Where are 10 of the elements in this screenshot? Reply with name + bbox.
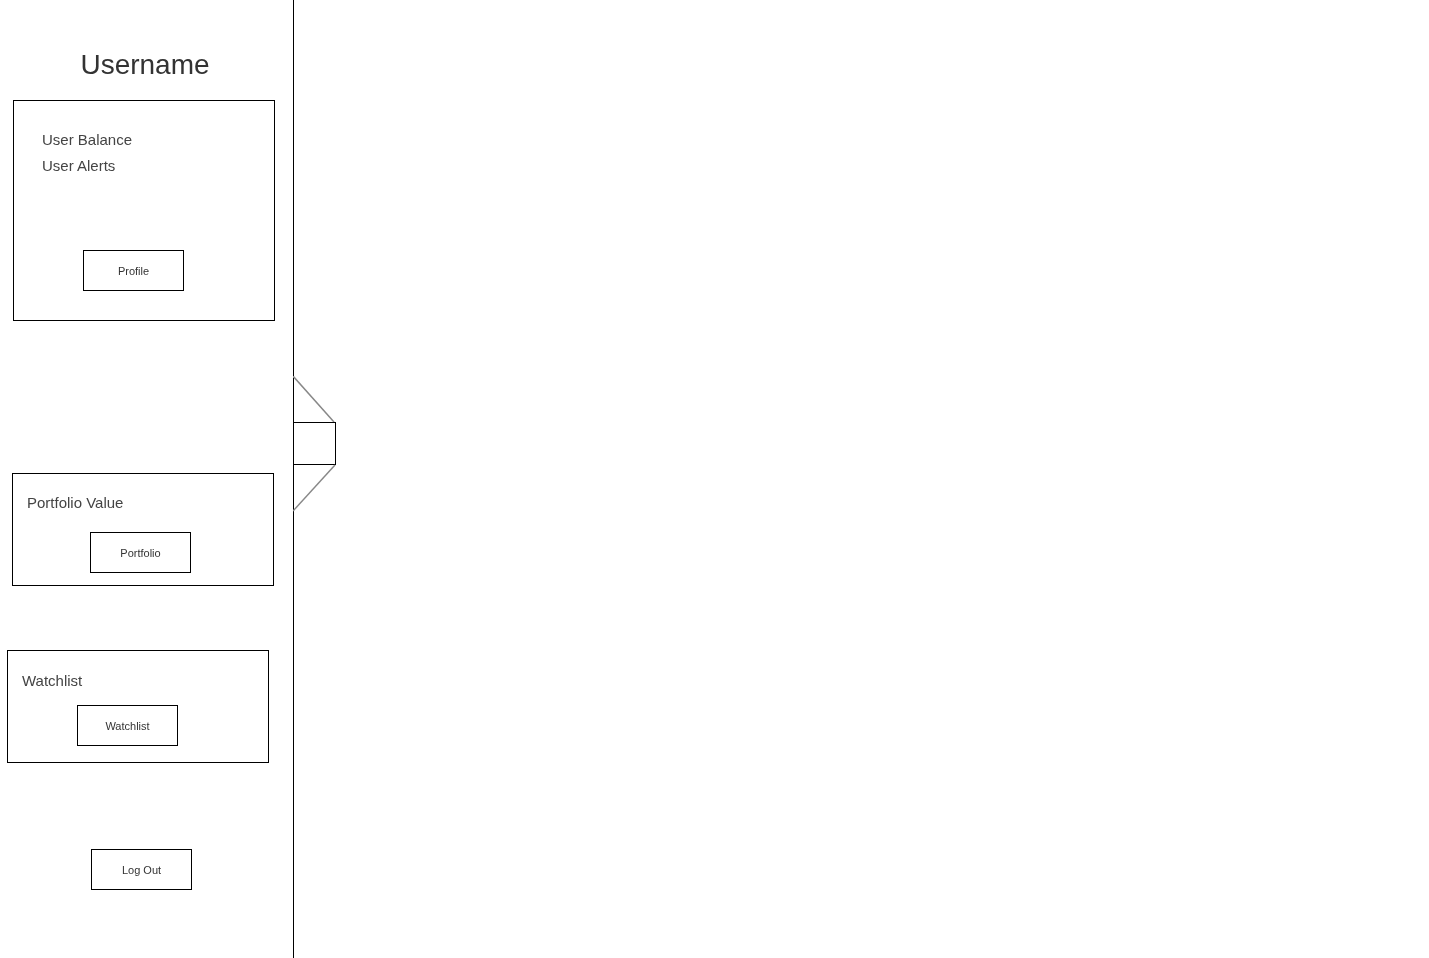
card-label: Portfolio Value [27, 493, 124, 513]
profile-button[interactable]: Profile [83, 250, 184, 291]
card-label: Watchlist [22, 671, 83, 691]
watchlist-button[interactable]: Watchlist [77, 705, 178, 746]
card-label: User Balance [42, 130, 133, 150]
username-heading: Username [79, 48, 211, 82]
card-label: User Alerts [42, 156, 116, 176]
sidebar-handle[interactable] [293, 376, 336, 512]
portfolio-button[interactable]: Portfolio [90, 532, 191, 573]
logout-button[interactable]: Log Out [91, 849, 192, 890]
